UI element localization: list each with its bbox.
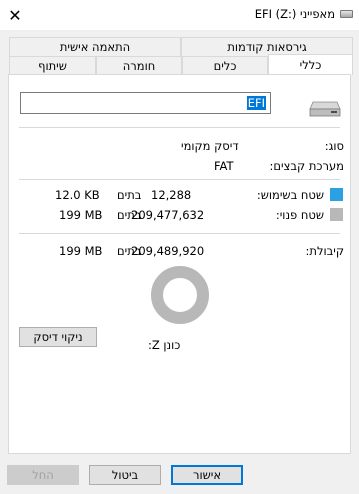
cancel-button[interactable]: ביטול (89, 465, 161, 485)
free-space-ring (151, 266, 209, 324)
capacity-label: קיבולת: (305, 244, 344, 258)
used-space-label: שטח בשימוש: (256, 188, 324, 202)
tab-tools[interactable]: כלים (182, 56, 268, 75)
capacity-bytes-value: 209,489,920 (131, 244, 205, 258)
disk-cleanup-button[interactable]: ניקוי דיסק (19, 327, 97, 347)
free-space-swatch (330, 208, 343, 221)
drive-icon (309, 101, 341, 117)
volume-name-selection: EFI (246, 96, 266, 110)
separator (19, 233, 340, 234)
close-button[interactable]: ✕ (0, 0, 30, 30)
type-value: דיסק מקומי (181, 139, 239, 153)
general-panel: EFI סוג: דיסק מקומי מערכת קבצים: FAT שטח… (8, 74, 351, 454)
used-space-swatch (330, 188, 343, 201)
tab-hardware[interactable]: חומרה (96, 56, 182, 75)
file-system-label: מערכת קבצים: (269, 159, 344, 173)
usage-donut-chart (151, 266, 209, 324)
window-title: מאפייני EFI (Z:) (254, 7, 335, 21)
tab-general[interactable]: כללי (268, 54, 353, 75)
used-size-value: 12.0 KB (55, 188, 100, 202)
file-system-value: FAT (214, 159, 234, 173)
used-bytes-value: 12,288 (151, 188, 192, 202)
capacity-size-value: 199 MB (59, 244, 103, 258)
free-bytes-value: 209,477,632 (131, 208, 205, 222)
apply-button[interactable]: החל (7, 465, 79, 485)
tab-sharing[interactable]: שיתוף (9, 56, 96, 75)
title-bar: ✕ מאפייני EFI (Z:) (0, 0, 359, 30)
close-icon: ✕ (8, 5, 22, 25)
separator (19, 179, 340, 180)
tab-row-front: כללי כלים חומרה שיתוף (9, 54, 353, 75)
free-size-value: 199 MB (59, 208, 103, 222)
type-label: סוג: (324, 139, 344, 153)
free-space-label: שטח פנוי: (275, 208, 324, 222)
separator (19, 127, 340, 128)
tab-customize[interactable]: התאמה אישית (9, 37, 181, 56)
drive-label: כונן Z: (148, 338, 181, 352)
ok-button[interactable]: אישור (171, 465, 243, 485)
drive-icon (340, 10, 353, 18)
volume-name-input[interactable]: EFI (20, 92, 271, 114)
used-bytes-word: בתים (117, 188, 142, 202)
